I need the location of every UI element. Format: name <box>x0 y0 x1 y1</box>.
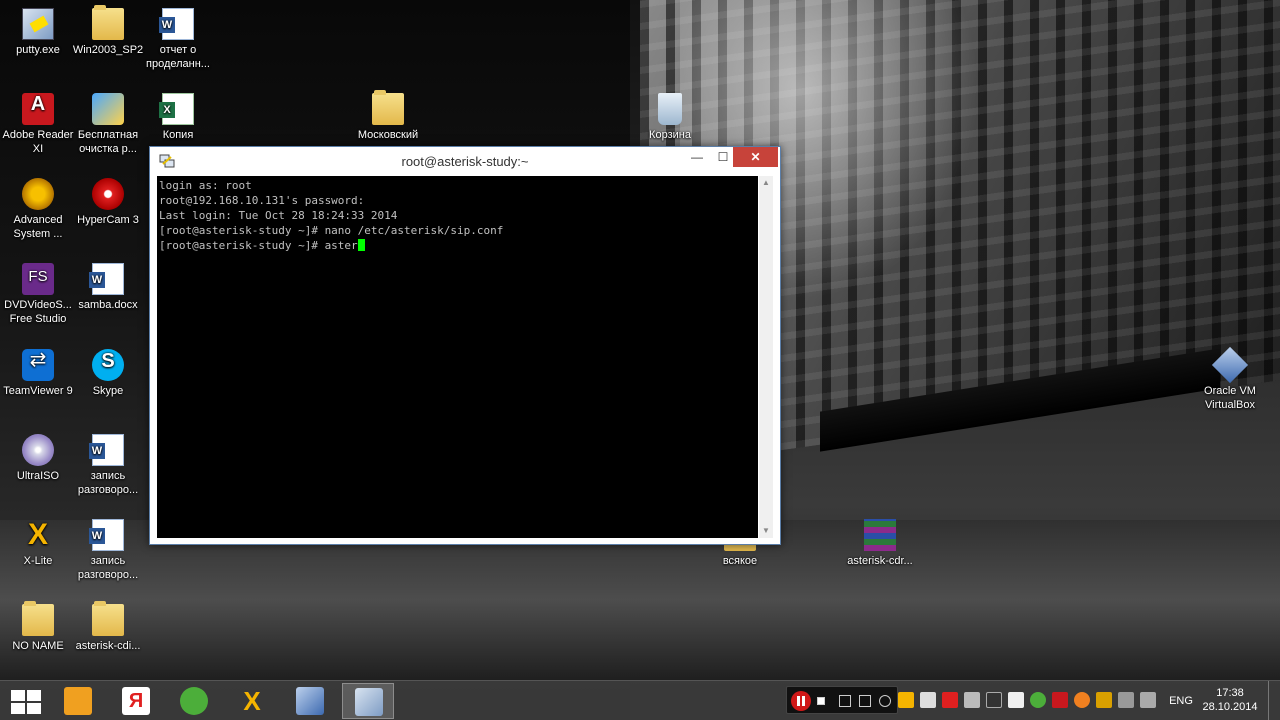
taskbar-putty[interactable] <box>342 683 394 719</box>
yandex-icon: Я <box>122 687 150 715</box>
utorrent-tray-icon[interactable] <box>1030 692 1046 708</box>
folder-icon <box>22 601 54 636</box>
virtualbox-icon <box>1211 346 1249 384</box>
terminal-prompt-line: [root@asterisk-study ~]# aster <box>159 238 756 253</box>
skype-icon <box>92 349 124 381</box>
vertical-scrollbar[interactable]: ▲ ▼ <box>759 176 773 538</box>
desktop-icon-call-records-2[interactable]: запись разговоро... <box>71 519 145 582</box>
desktop-icon-samba[interactable]: samba.docx <box>71 263 145 312</box>
desktop-icon-ultraiso[interactable]: UltraISO <box>1 434 75 483</box>
desktop-icon-cleaner[interactable]: Бесплатная очистка р... <box>71 93 145 156</box>
desktop-icon-report[interactable]: отчет о проделанн... <box>141 8 215 71</box>
terminal[interactable]: login as: root root@192.168.10.131's pas… <box>157 176 758 538</box>
smiley-tray-icon[interactable] <box>1074 692 1090 708</box>
word-doc-icon <box>89 519 124 551</box>
virtualbox-icon <box>296 687 324 715</box>
clock-time: 17:38 <box>1216 687 1244 699</box>
word-doc-icon <box>89 434 124 466</box>
xlite-icon <box>22 519 54 551</box>
desktop-icon-copy[interactable]: Копия <box>141 93 215 142</box>
close-button[interactable]: ✕ <box>733 147 778 167</box>
language-indicator[interactable]: ENG <box>1166 692 1196 710</box>
start-button[interactable] <box>8 689 42 715</box>
utorrent-icon <box>180 687 208 715</box>
desktop-icon-freestudio[interactable]: DVDVideoS... Free Studio <box>1 263 75 326</box>
scroll-up-icon[interactable]: ▲ <box>759 176 773 190</box>
terminal-current-command: [root@asterisk-study ~]# aster <box>159 239 358 252</box>
desktop-icon-asterisk-cdi-folder[interactable]: asterisk-cdi... <box>71 601 145 653</box>
show-desktop-button[interactable] <box>1268 681 1280 720</box>
desktop-icon-advanced-system[interactable]: Advanced System ... <box>1 178 75 241</box>
folder-icon <box>372 90 404 125</box>
xlite-icon: X <box>243 686 261 716</box>
desktop-icon-teamviewer[interactable]: TeamViewer 9 <box>1 349 75 398</box>
desktop-icon-win2003[interactable]: Win2003_SP2 <box>71 5 145 57</box>
taskbar-virtualbox[interactable] <box>284 683 336 719</box>
clock-date: 28.10.2014 <box>1202 701 1258 713</box>
freestudio-icon <box>22 263 54 295</box>
outlook-icon <box>64 687 92 715</box>
xlite-tray-icon[interactable] <box>898 692 914 708</box>
desktop-icon-adobe-reader[interactable]: Adobe Reader XI <box>1 93 75 156</box>
folder-icon <box>92 5 124 40</box>
hypercam-icon <box>92 178 124 210</box>
copy-tray-icon[interactable] <box>920 692 936 708</box>
text-cursor <box>357 239 365 251</box>
ultraiso-icon <box>22 434 54 466</box>
windows-logo-pane <box>11 703 25 714</box>
minimize-button[interactable]: — <box>684 147 710 167</box>
taskbar-outlook[interactable] <box>52 683 104 719</box>
pdf-tray-icon[interactable] <box>1052 692 1068 708</box>
putty-window[interactable]: root@asterisk-study:~ — ☐ ✕ login as: ro… <box>149 146 781 545</box>
window-capture-icon[interactable] <box>839 695 851 707</box>
winrar-icon <box>864 519 896 551</box>
terminal-line: root@192.168.10.131's password: <box>159 194 365 207</box>
clock[interactable]: 17:38 28.10.2014 <box>1200 686 1260 714</box>
warning-tray-icon[interactable] <box>1096 692 1112 708</box>
edit-tray-icon[interactable] <box>964 692 980 708</box>
network-tray-icon[interactable] <box>1118 692 1134 708</box>
putty-icon <box>22 8 54 40</box>
windows-logo-pane <box>27 703 41 714</box>
pause-record-icon[interactable] <box>791 691 811 711</box>
desktop-icon-moscow-folder[interactable]: Московский <box>351 90 425 142</box>
stop-icon[interactable] <box>817 697 825 705</box>
taskbar-utorrent[interactable] <box>168 683 220 719</box>
camera-tray-icon[interactable] <box>986 692 1002 708</box>
scroll-down-icon[interactable]: ▼ <box>759 524 773 538</box>
volume-tray-icon[interactable] <box>1140 692 1156 708</box>
folder-icon <box>92 601 124 636</box>
desktop-icon-no-name[interactable]: NO NAME <box>1 601 75 653</box>
desktop-icon-asterisk-cdr-archive[interactable]: asterisk-cdr... <box>843 519 917 568</box>
document-tray-icon[interactable] <box>1008 692 1024 708</box>
desktop-icon-skype[interactable]: Skype <box>71 349 145 398</box>
putty-icon <box>355 688 383 716</box>
desktop-icon-virtualbox[interactable]: Oracle VM VirtualBox <box>1193 346 1267 412</box>
hypercam-recording-toolbar[interactable] <box>786 686 898 714</box>
desktop-icon-xlite[interactable]: X-Lite <box>1 519 75 568</box>
windows-logo-icon <box>11 690 25 701</box>
desktop-icon-putty[interactable]: putty.exe <box>1 8 75 57</box>
cleaner-icon <box>92 93 124 125</box>
recycle-bin-icon <box>658 93 682 125</box>
title-bar[interactable]: root@asterisk-study:~ — ☐ ✕ <box>150 147 780 176</box>
terminal-line: [root@asterisk-study ~]# nano /etc/aster… <box>159 224 504 237</box>
settings-icon[interactable] <box>859 695 871 707</box>
terminal-line: Last login: Tue Oct 28 18:24:33 2014 <box>159 209 398 222</box>
windows-logo-pane <box>27 690 41 701</box>
taskbar-yandex[interactable]: Я <box>110 683 162 719</box>
yandex-tray-icon[interactable] <box>942 692 958 708</box>
desktop-icon-call-records-1[interactable]: запись разговоро... <box>71 434 145 497</box>
word-doc-icon <box>159 8 194 40</box>
camera-icon[interactable] <box>879 695 891 707</box>
excel-doc-icon <box>159 93 194 125</box>
taskbar-xlite[interactable]: X <box>226 683 278 719</box>
terminal-line: login as: root <box>159 179 252 192</box>
shield-icon <box>22 178 54 210</box>
pdf-icon <box>22 93 54 125</box>
word-doc-icon <box>89 263 124 295</box>
desktop-icon-hypercam[interactable]: HyperCam 3 <box>71 178 145 227</box>
teamviewer-icon <box>22 349 54 381</box>
desktop-icon-recycle-bin[interactable]: Корзина <box>633 93 707 142</box>
